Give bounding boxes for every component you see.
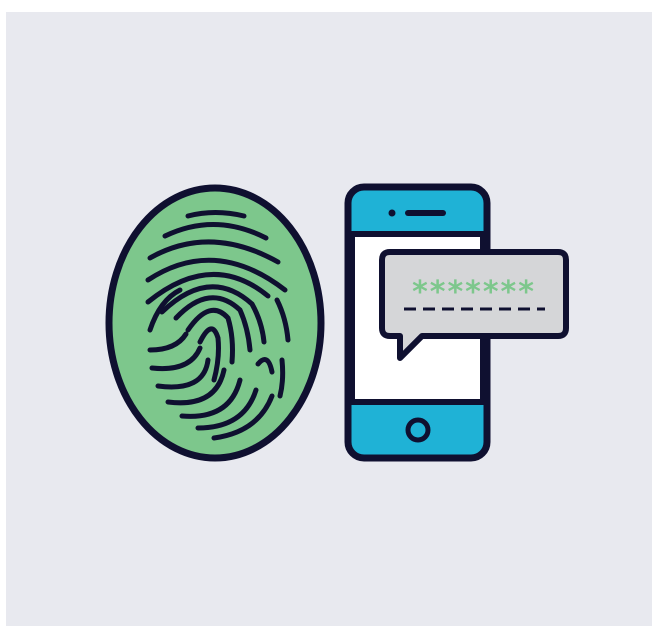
front-camera-icon [388, 209, 396, 217]
masked-password-text: ******* [412, 275, 536, 310]
fingerprint-icon [105, 184, 325, 462]
authentication-illustration: ******* [105, 183, 569, 462]
